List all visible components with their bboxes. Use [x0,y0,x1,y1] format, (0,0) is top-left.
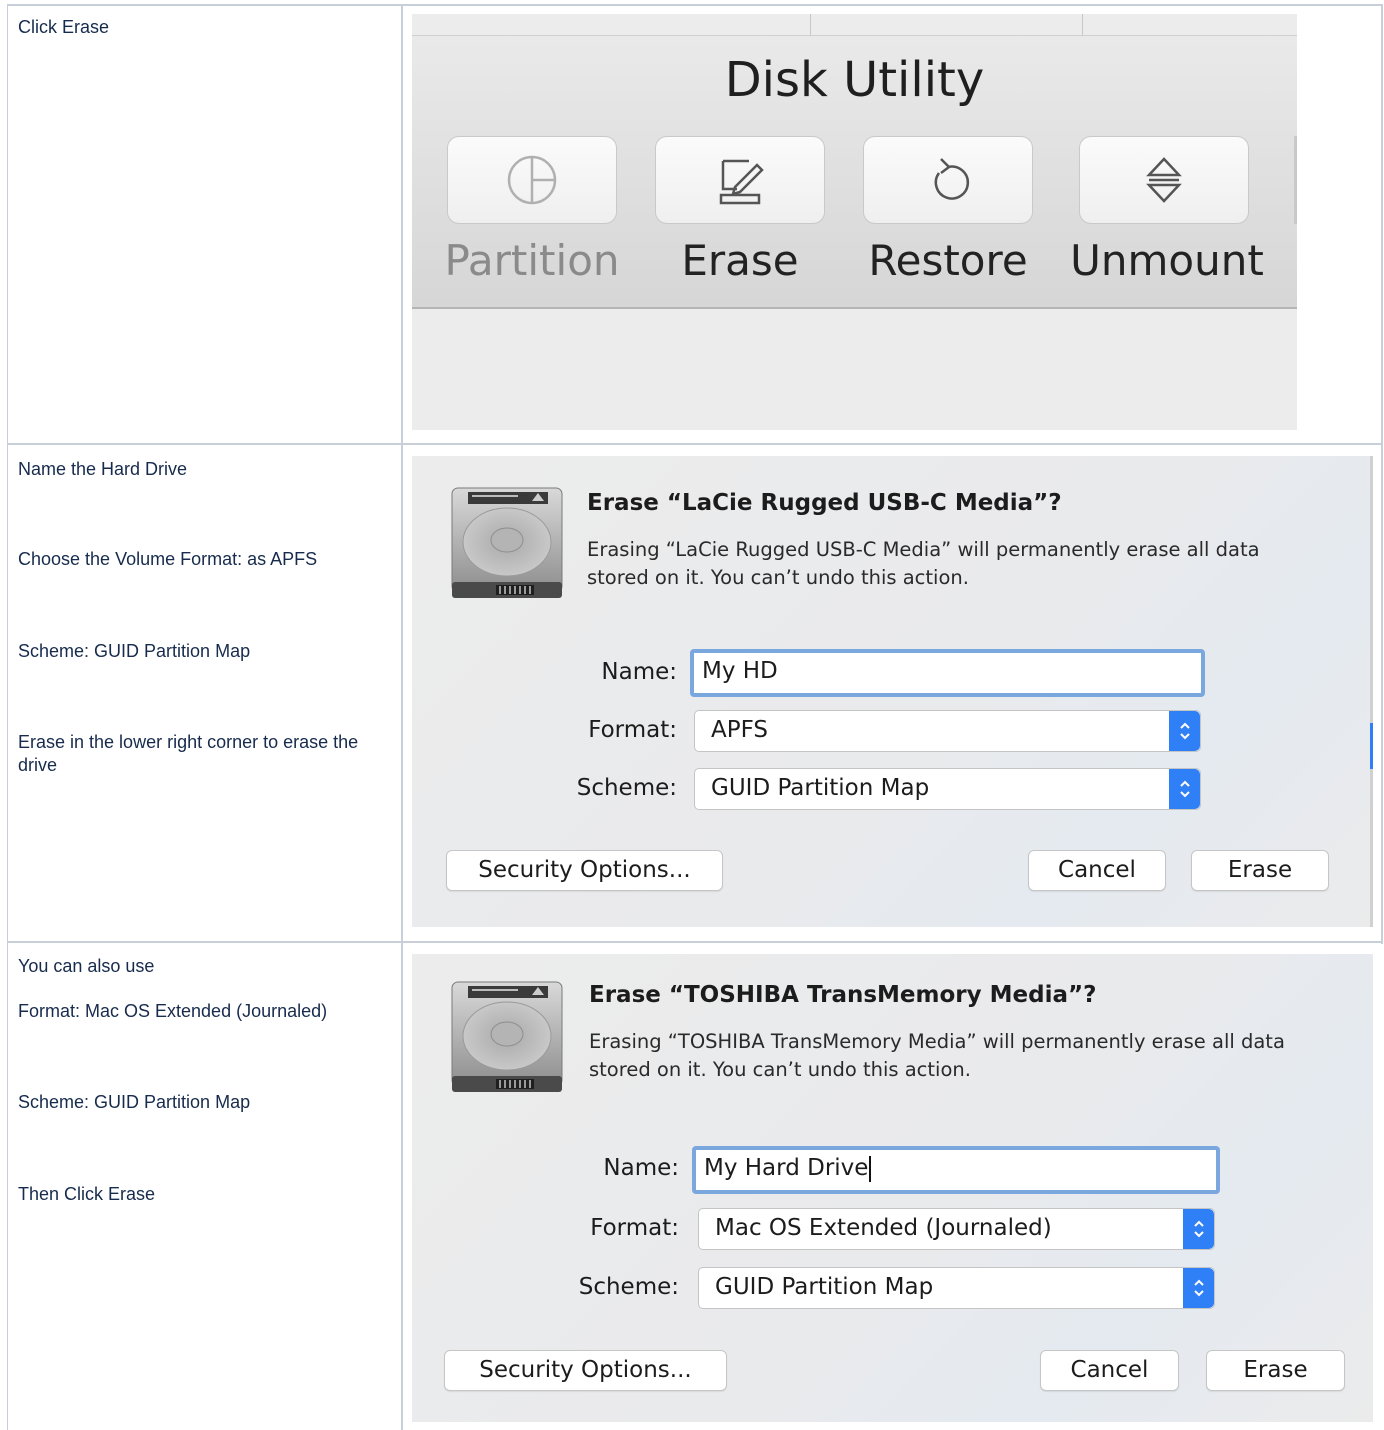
unmount-button[interactable] [1079,136,1249,224]
disk-utility-toolbar: Disk Utility Partition Erase Restore Unm… [412,14,1297,430]
erase-confirm-button[interactable]: Erase [1191,850,1329,891]
table-row-divider-2 [7,941,1383,943]
scheme-select-stepper[interactable] [1169,769,1200,809]
security-options-button[interactable]: Security Options... [446,850,723,891]
tab-separator [810,14,811,36]
tab-separator [1082,14,1083,36]
instruction-text: Scheme: GUID Partition Map [18,641,251,661]
text-cursor [869,1155,872,1182]
format-select-stepper[interactable] [1169,711,1200,751]
scheme-select[interactable]: GUID Partition Map [694,768,1201,810]
table-row-divider-1 [7,443,1383,445]
instruction-text: You can also use [18,956,155,976]
erase-dialog-apfs: Erase “LaCie Rugged USB-C Media”? Erasin… [412,456,1373,927]
format-select-stepper[interactable] [1183,1209,1214,1249]
scheme-label: Scheme: [576,775,677,801]
toolbar-background: Disk Utility Partition Erase Restore Unm… [412,14,1297,309]
hard-drive-icon [451,487,563,598]
name-label: Name: [601,659,677,685]
window-tab-strip [412,14,1297,36]
erase-dialog-mac-os-extended: Erase “TOSHIBA TransMemory Media”? Erasi… [412,954,1373,1422]
restore-icon [934,158,970,200]
cancel-button[interactable]: Cancel [1040,1350,1179,1391]
toolbar-edge-button [1294,136,1297,224]
security-options-button[interactable]: Security Options... [444,1350,727,1391]
dialog-message-line-2: stored on it. You can’t undo this action… [587,566,969,589]
dialog-message-line-2: stored on it. You can’t undo this action… [589,1058,971,1081]
dialog-title: Erase “TOSHIBA TransMemory Media”? [589,982,1097,1008]
format-select[interactable]: APFS [694,710,1201,752]
erase-label: Erase [681,236,799,285]
name-label: Name: [603,1155,679,1181]
format-select[interactable]: Mac OS Extended (Journaled) [698,1208,1215,1250]
scheme-select[interactable]: GUID Partition Map [698,1267,1215,1309]
dialog-edge-accent [1370,723,1373,769]
partition-label: Partition [444,236,620,285]
scheme-select-stepper[interactable] [1183,1268,1214,1308]
scheme-label: Scheme: [578,1274,679,1300]
instruction-text: Choose the Volume Format: as APFS [18,549,318,569]
restore-button[interactable] [863,136,1033,224]
erase-icon [719,159,764,205]
table-border-left [7,4,8,1430]
partition-button[interactable] [447,136,617,224]
unmount-label: Unmount [1070,236,1264,285]
name-field[interactable]: My Hard Drive [692,1146,1220,1194]
format-label: Format: [590,1215,679,1241]
chevron-up-down-icon [1179,780,1190,798]
window-content-area [412,311,1297,430]
scheme-select-value: GUID Partition Map [711,775,930,801]
dialog-title: Erase “LaCie Rugged USB-C Media”? [587,490,1062,516]
table-border-top [7,4,1383,6]
unmount-icon [1146,157,1182,203]
format-select-value: Mac OS Extended (Journaled) [715,1215,1052,1241]
chevron-up-down-icon [1193,1279,1204,1297]
dialog-message-line-1: Erasing “TOSHIBA TransMemory Media” will… [589,1030,1285,1053]
chevron-up-down-icon [1193,1220,1204,1238]
instruction-text: Then Click Erase [18,1184,156,1204]
table-border-right [1381,4,1383,944]
instruction-text: Click Erase [18,17,110,37]
scheme-select-value: GUID Partition Map [715,1274,934,1300]
dialog-message-line-1: Erasing “LaCie Rugged USB-C Media” will … [587,538,1260,561]
hard-drive-icon [451,981,563,1092]
name-field[interactable]: My HD [690,649,1205,697]
table-column-divider [401,4,403,1430]
partition-icon [507,155,557,205]
instruction-text: Erase in the lower right corner to erase… [18,732,359,775]
cancel-button[interactable]: Cancel [1028,850,1166,891]
dialog-edge [1370,456,1373,927]
chevron-up-down-icon [1179,722,1190,740]
instruction-text: Name the Hard Drive [18,459,188,479]
erase-confirm-button[interactable]: Erase [1206,1350,1345,1391]
window-title: Disk Utility [724,52,985,108]
instruction-text: Format: Mac OS Extended (Journaled) [18,1001,328,1021]
erase-button[interactable] [655,136,825,224]
format-select-value: APFS [711,717,769,743]
instruction-text: Scheme: GUID Partition Map [18,1092,251,1112]
name-field-value: My Hard Drive [704,1155,869,1181]
format-label: Format: [588,717,677,743]
restore-label: Restore [868,236,1028,285]
